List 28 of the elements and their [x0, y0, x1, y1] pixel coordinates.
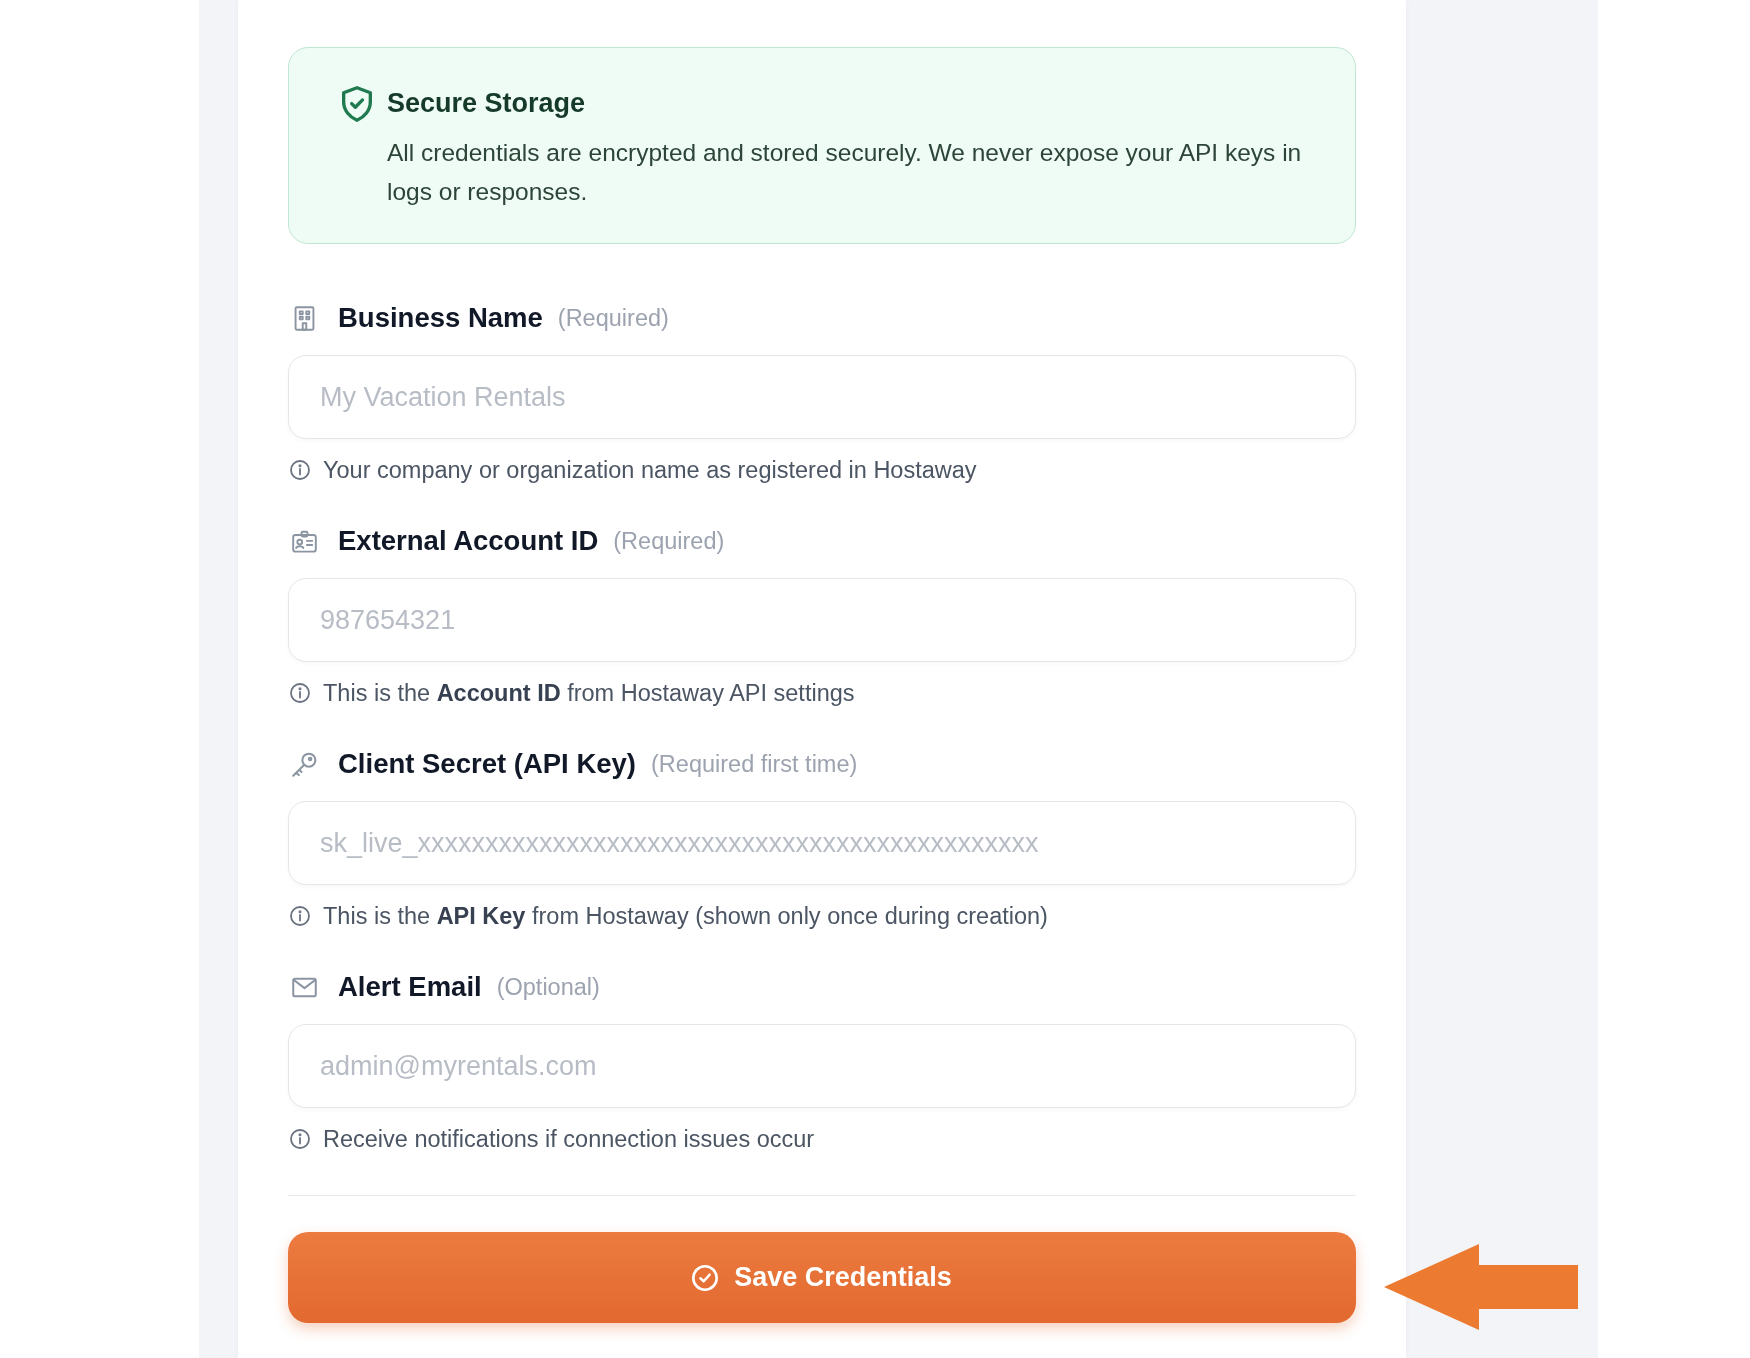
check-circle-icon	[692, 1264, 719, 1291]
text-field[interactable]: admin@myrentals.com	[288, 1024, 1356, 1108]
field-label: External Account ID	[338, 525, 599, 557]
id-card-icon	[292, 528, 317, 554]
shield-check-icon	[342, 86, 372, 122]
info-icon	[290, 906, 310, 926]
notice-text: All credentials are encrypted and stored securely. We never expose your API keys in logs or responses.	[387, 138, 1303, 207]
notice-title: Secure Storage	[387, 88, 587, 118]
key-icon	[292, 751, 317, 777]
field-label: Alert Email	[338, 971, 482, 1003]
help-text: This is the API Key from Hostaway (shown only once during creation)	[323, 902, 1048, 931]
requirement-note: (Optional)	[496, 973, 600, 1001]
help-text: Receive notifications if connection issues occur	[323, 1125, 815, 1154]
building-icon	[292, 305, 317, 331]
info-icon	[290, 460, 310, 480]
text-field[interactable]: sk_live_xxxxxxxxxxxxxxxxxxxxxxxxxxxxxxxxxxxxxxxxxxxxxx	[288, 801, 1356, 885]
help-text: This is the Account ID from Hostaway API settings	[323, 679, 855, 708]
text-field[interactable]: My Vacation Rentals	[288, 355, 1356, 439]
info-icon	[290, 1129, 310, 1149]
requirement-note: (Required first time)	[651, 750, 858, 778]
help-text: Your company or organization name as registered in Hostaway	[323, 456, 977, 485]
info-icon	[290, 683, 310, 703]
requirement-note: (Required)	[613, 527, 725, 555]
field-label: Client Secret (API Key)	[338, 748, 636, 780]
requirement-note: (Required)	[557, 304, 669, 332]
text-field[interactable]: 987654321	[288, 578, 1356, 662]
field-label: Business Name	[338, 302, 543, 334]
save-button[interactable]: Save Credentials	[288, 1232, 1356, 1323]
